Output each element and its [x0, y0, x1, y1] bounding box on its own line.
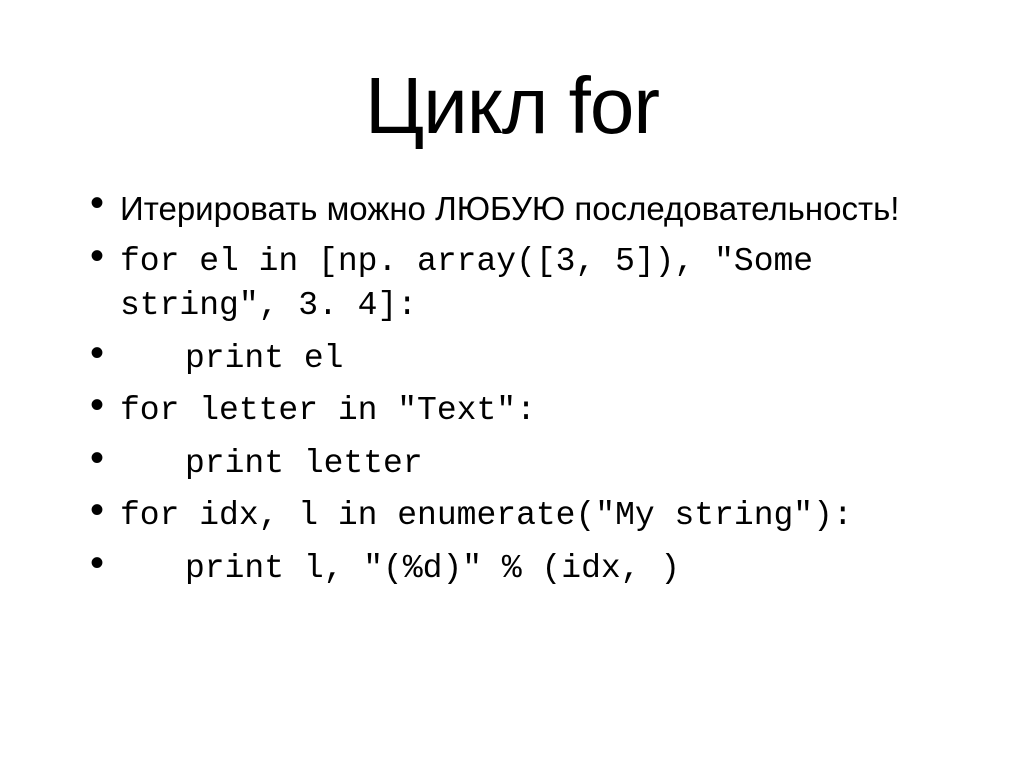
bullet-text: Итерировать можно ЛЮБУЮ последовательнос…: [120, 190, 899, 227]
bullet-item: print l, "(%d)" % (idx, ): [120, 547, 934, 592]
bullet-list: Итерировать можно ЛЮБУЮ последовательнос…: [90, 187, 934, 591]
code-line: for el in [np. array([3, 5]), "Some stri…: [120, 243, 813, 325]
bullet-item: for idx, l in enumerate("My string"):: [120, 494, 934, 539]
code-line-indented: print l, "(%d)" % (idx, ): [120, 550, 680, 587]
bullet-item: print el: [120, 337, 934, 382]
bullet-item: print letter: [120, 442, 934, 487]
code-line: for idx, l in enumerate("My string"):: [120, 497, 853, 534]
code-line-indented: print letter: [120, 445, 423, 482]
code-line: for letter in "Text":: [120, 392, 536, 429]
slide-container: Цикл for Итерировать можно ЛЮБУЮ последо…: [0, 0, 1024, 639]
bullet-item: Итерировать можно ЛЮБУЮ последовательнос…: [120, 187, 934, 232]
slide-title: Цикл for: [90, 60, 934, 152]
bullet-item: for el in [np. array([3, 5]), "Some stri…: [120, 240, 934, 329]
code-line-indented: print el: [120, 340, 343, 377]
bullet-item: for letter in "Text":: [120, 389, 934, 434]
